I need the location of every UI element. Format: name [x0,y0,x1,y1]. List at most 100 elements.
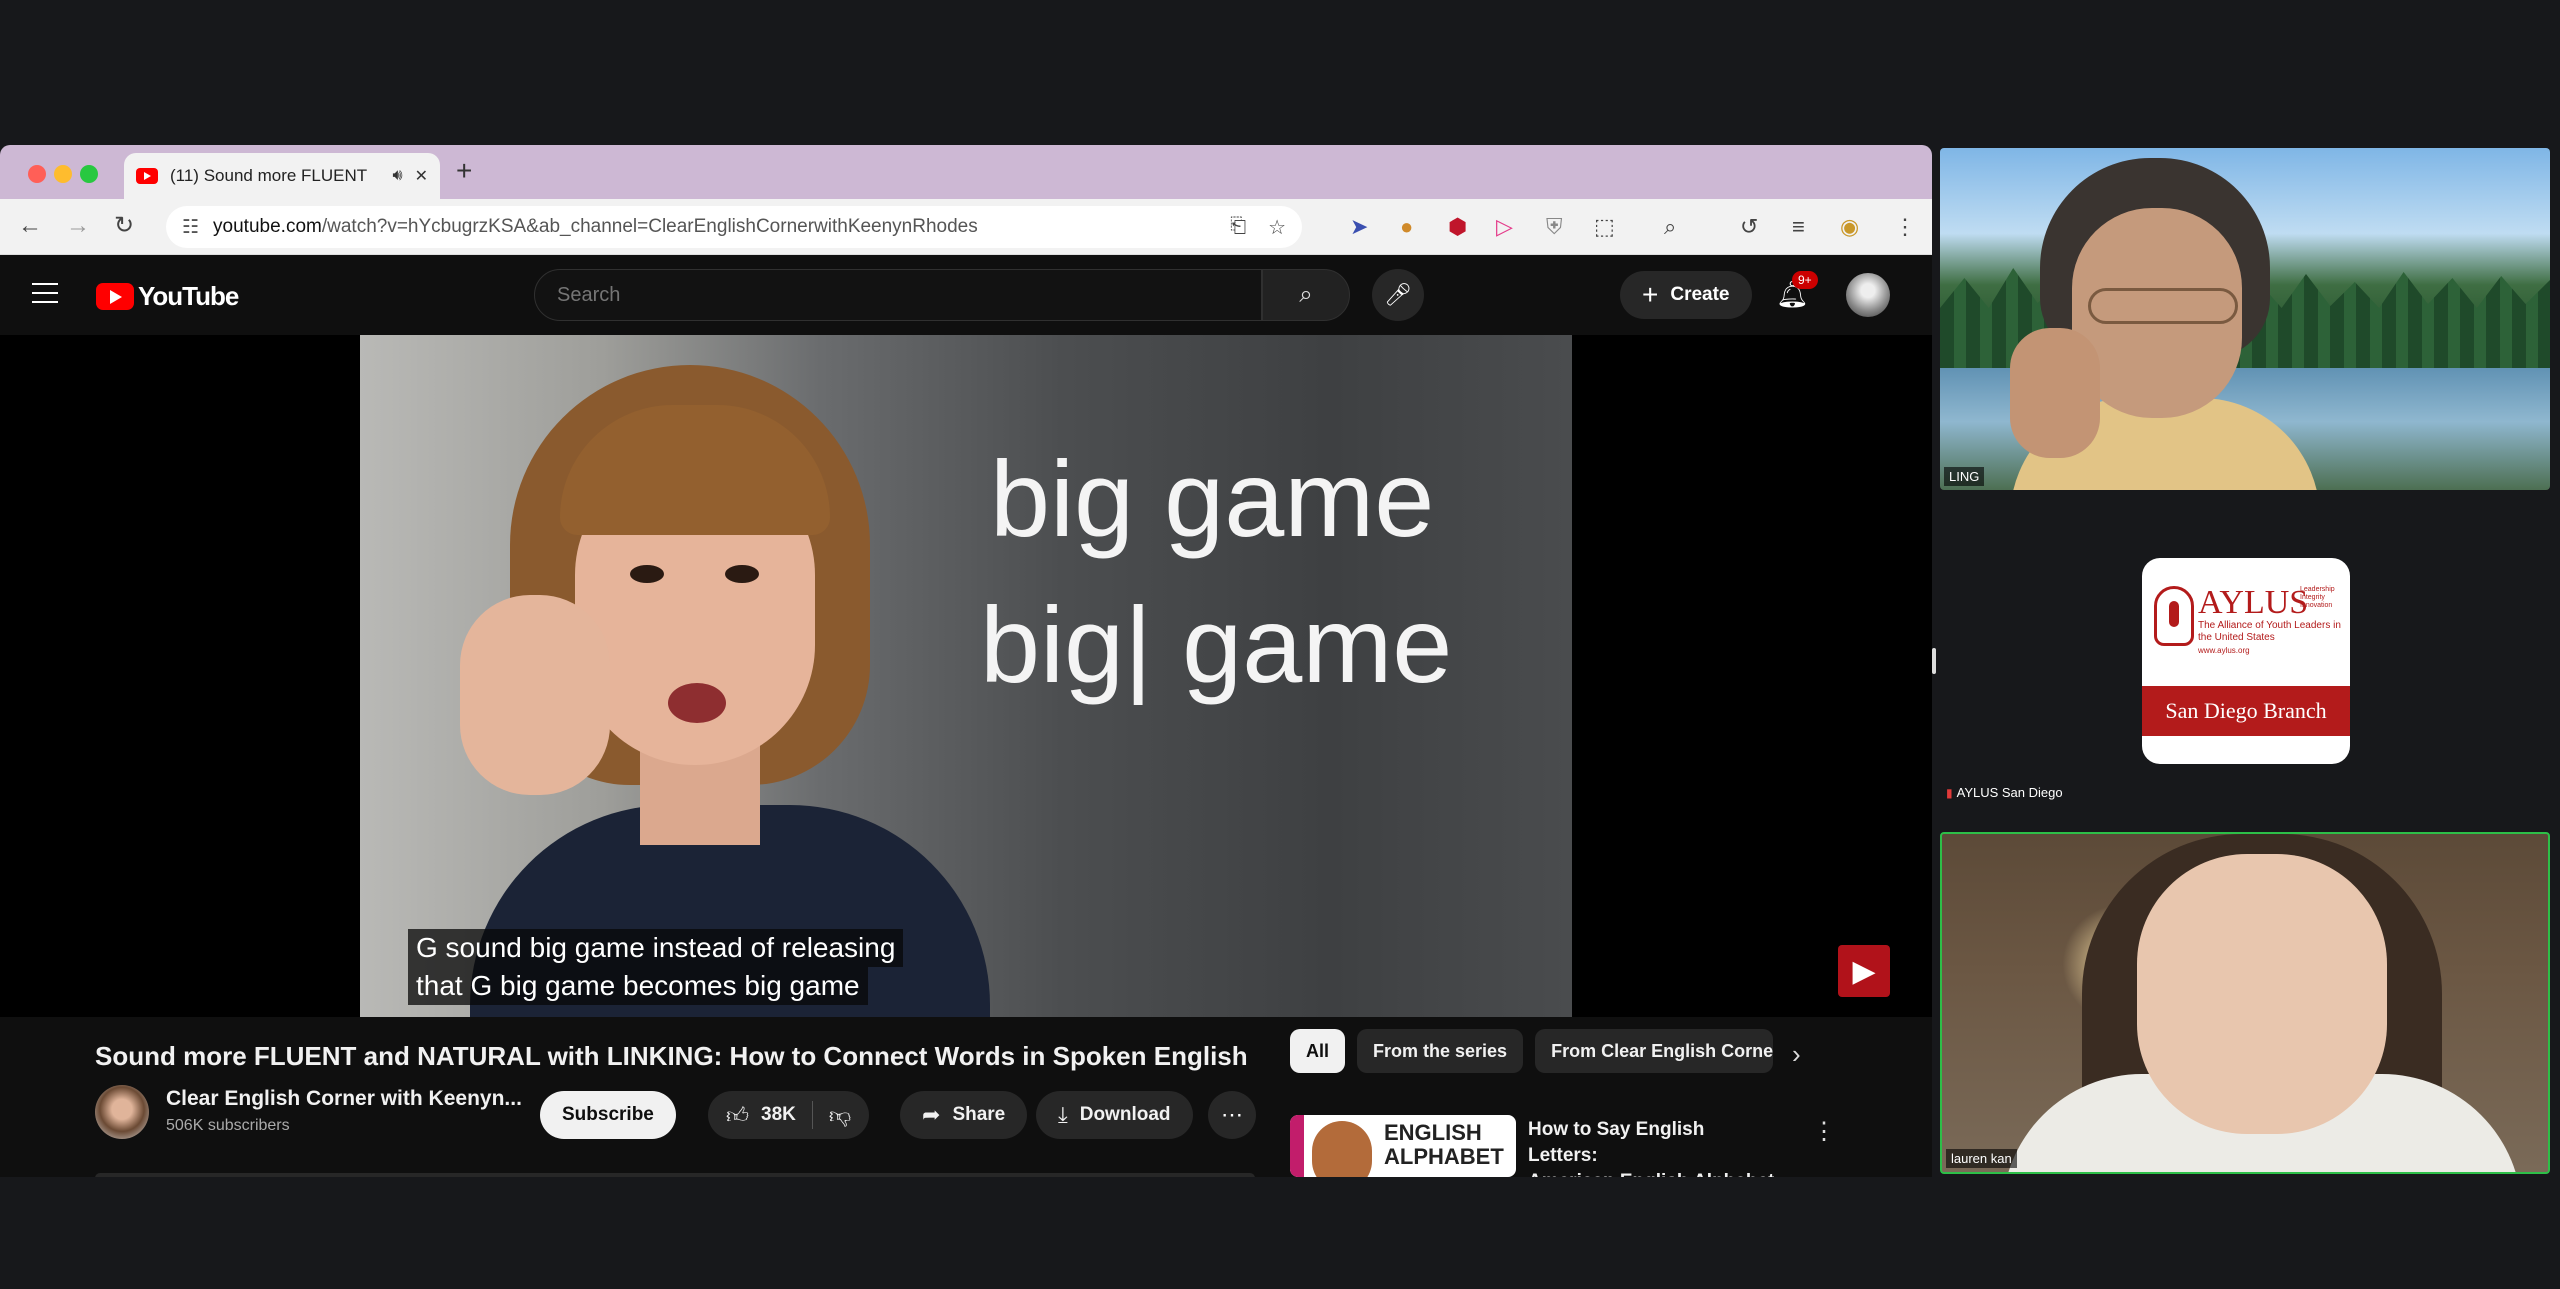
url-path: /watch?v=hYcbugrzKSA&ab_channel=ClearEng… [321,216,978,237]
install-icon[interactable]: ⎗ [1230,215,1246,240]
video-overlay-text-2: big| game [980,584,1453,705]
star-icon[interactable]: ☆ [1268,215,1286,240]
chrome-menu-icon[interactable]: ⋮ [1894,213,1916,241]
mic-icon: 🎤︎ [1384,282,1412,307]
like-dislike-group: 👍︎ 38K 👎︎ [708,1091,870,1139]
more-actions-button[interactable]: ⋯ [1208,1091,1256,1139]
kebab-icon[interactable]: ⋮ [1812,1117,1836,1146]
shield-extension-icon[interactable]: ⬢ [1448,213,1467,241]
participant-name: lauren kan [1946,1149,2017,1168]
search-button[interactable]: ⌕ [1262,269,1350,321]
recommendation-thumbnail[interactable]: ENGLISH ALPHABET [1290,1115,1516,1177]
subscriber-count: 506K subscribers [166,1117,290,1134]
address-bar[interactable]: ☷ youtube.com/watch?v=hYcbugrzKSA&ab_cha… [166,206,1302,248]
bear-extension-icon[interactable]: ● [1400,213,1413,241]
site-settings-icon[interactable]: ☷ [182,216,199,239]
sync-icon[interactable]: ↺ [1740,213,1758,241]
download-label: Download [1079,1104,1171,1125]
aylus-branch: San Diego Branch [2142,686,2350,736]
search-input[interactable] [534,269,1262,321]
aylus-name: AYLUS [2198,584,2309,621]
like-icon[interactable]: 👍︎ [726,1102,749,1129]
lightbulb-icon [2154,586,2194,646]
chevron-right-icon[interactable]: › [1792,1039,1801,1070]
mic-muted-icon: ▮ [1946,785,1953,800]
channel-name[interactable]: Clear English Corner with Keenyn... [166,1087,522,1111]
create-label: Create [1670,284,1730,305]
privacy-extension-icon[interactable]: ⛨ [1546,213,1563,241]
video-details: Sound more FLUENT and NATURAL with LINKI… [0,1017,1932,1177]
share-label: Share [952,1104,1006,1125]
chip-from-channel[interactable]: From Clear English Corne [1535,1029,1774,1073]
description-box[interactable] [95,1173,1255,1177]
tab-youtube[interactable]: (11) Sound more FLUENT 🔊︎ ✕ [124,153,440,199]
youtube-masthead: YouTube ⌕ 🎤︎ + Create 🔔︎ 9+ [0,255,1932,335]
download-button[interactable]: ⤓ Download [1036,1091,1193,1139]
notification-badge: 9+ [1792,271,1818,289]
youtube-logo[interactable]: YouTube [96,281,239,312]
recommendation-title-line: American English Alphabet [1528,1169,1778,1177]
close-icon[interactable]: ✕ [415,166,428,186]
captions: G sound big game instead of releasing th… [408,929,904,1005]
puzzle-icon[interactable]: ⬚ [1594,213,1615,241]
profile-icon[interactable]: ◉ [1840,213,1859,241]
browser-window: (11) Sound more FLUENT 🔊︎ ✕ + ← → ↻ ☷ yo… [0,145,1932,1177]
menu-icon[interactable] [32,283,58,310]
plus-icon: + [1642,279,1659,310]
url-host: youtube.com [213,216,322,237]
caption-line: G sound big game instead of releasing [408,929,904,967]
channel-avatar[interactable] [95,1085,149,1139]
participant-video-ling[interactable]: LING [1940,148,2550,490]
video-frame[interactable]: big game big| game G sound big game inst… [360,335,1572,1017]
share-icon: ➦ [922,1102,941,1127]
like-count[interactable]: 38K [761,1104,796,1126]
participant-image [2010,158,2320,490]
recommendation-title-line: How to Say English Letters: [1528,1119,1705,1166]
voice-search-button[interactable]: 🎤︎ [1372,269,1424,321]
panel-resize-handle[interactable] [1932,648,1936,674]
aylus-logo: AYLUS Leadership Integrity Innovation Th… [2142,558,2350,764]
chip-from-the-series[interactable]: From the series [1357,1029,1524,1073]
recommendation-title[interactable]: How to Say English Letters: American Eng… [1528,1117,1778,1177]
dislike-icon[interactable]: 👎︎ [829,1102,851,1129]
thumb-text: ENGLISH [1384,1120,1482,1145]
reload-icon[interactable]: ↻ [114,211,134,241]
aylus-tagline: The Alliance of Youth Leaders in the Uni… [2198,620,2341,643]
thumb-text: ALPHABET [1384,1144,1504,1169]
desktop: (11) Sound more FLUENT 🔊︎ ✕ + ← → ↻ ☷ yo… [0,0,2560,1289]
more-icon: ⋯ [1221,1102,1243,1127]
subscribe-button[interactable]: Subscribe [540,1091,676,1139]
share-button[interactable]: ➦ Share [900,1091,1028,1139]
play-extension-icon[interactable]: ▷ [1496,213,1513,241]
new-tab-button[interactable]: + [456,157,472,185]
create-button[interactable]: + Create [1620,271,1752,319]
aylus-website: www.aylus.org [2198,646,2250,655]
presenter-image [450,365,1010,1017]
video-player[interactable]: big game big| game G sound big game inst… [0,335,1932,1017]
back-icon[interactable]: ← [18,211,42,241]
channel-watermark-icon[interactable]: ▶ [1838,945,1890,997]
media-control-icon[interactable]: ≡ [1792,213,1805,241]
tab-strip: (11) Sound more FLUENT 🔊︎ ✕ + [0,145,1932,199]
window-minimize-button[interactable] [54,165,72,183]
window-close-button[interactable] [28,165,46,183]
cursor-extension-icon[interactable]: ➤ [1350,213,1368,241]
participant-name: LING [1944,467,1985,486]
browser-toolbar: ← → ↻ ☷ youtube.com/watch?v=hYcbugrzKSA&… [0,199,1932,255]
forward-icon[interactable]: → [66,211,90,241]
search-icon: ⌕ [1299,281,1313,308]
window-zoom-button[interactable] [80,165,98,183]
participant-video-aylus[interactable]: AYLUS Leadership Integrity Innovation Th… [1940,500,2550,806]
participant-label: ▮ AYLUS San Diego [1946,785,2063,800]
tab-search-icon[interactable]: ⌕ [1664,213,1676,241]
caption-line: that G big game becomes big game [408,967,868,1005]
tab-title: (11) Sound more FLUENT [170,166,368,185]
video-overlay-text-1: big game [990,438,1435,559]
account-avatar[interactable] [1846,273,1890,317]
aylus-motto: Leadership Integrity Innovation [2300,586,2335,609]
participant-name: AYLUS San Diego [1956,785,2063,800]
participant-video-lauren[interactable]: lauren kan [1940,832,2550,1174]
download-icon: ⤓ [1058,1102,1068,1127]
chip-all[interactable]: All [1290,1029,1346,1073]
speaker-icon[interactable]: 🔊︎ [393,167,403,185]
